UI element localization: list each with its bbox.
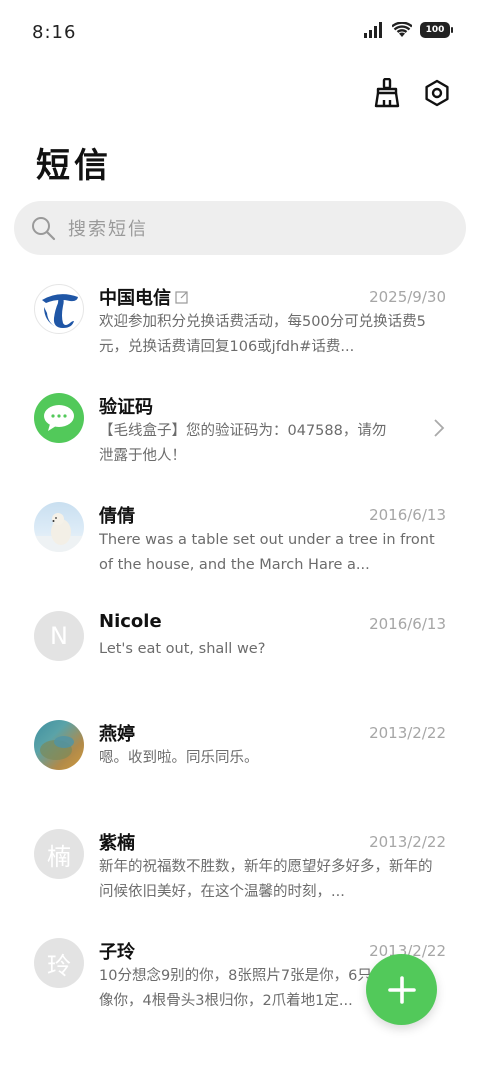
list-item[interactable]: 验证码 【毛线盒子】您的验证码为：047588，请勿泄露于他人！ xyxy=(0,379,480,488)
status-bar: 8:16 100 xyxy=(0,0,480,64)
top-actions xyxy=(370,76,454,110)
clean-button[interactable] xyxy=(370,76,404,110)
avatar xyxy=(34,720,84,770)
polar-bear-photo xyxy=(34,513,84,552)
contact-name: 子玲 xyxy=(99,942,135,963)
wifi-icon xyxy=(392,22,412,37)
search-icon xyxy=(32,217,56,241)
list-item[interactable]: 倩倩 2016/6/13 There was a table set out u… xyxy=(0,488,480,597)
message-date: 2016/6/13 xyxy=(369,506,446,524)
contact-name: 燕婷 xyxy=(99,724,135,745)
message-preview: 嗯。收到啦。同乐同乐。 xyxy=(99,750,259,766)
avatar xyxy=(34,393,84,443)
message-preview: There was a table set out under a tree i… xyxy=(99,532,435,573)
avatar: 玲 xyxy=(34,938,84,988)
message-preview: 新年的祝福数不胜数，新年的愿望好多好多，新年的问候依旧美好，在这个温馨的时刻，.… xyxy=(99,859,433,900)
message-date: 2013/2/22 xyxy=(369,833,446,851)
avatar: 楠 xyxy=(34,829,84,879)
battery-icon: 100 xyxy=(420,22,453,38)
message-list: 中国电信 2025/9/30 欢迎参加积分兑换话费活动，每500分可兑换话费5元… xyxy=(0,270,480,1033)
contact-name: 倩倩 xyxy=(99,506,135,527)
search-input[interactable]: 搜索短信 xyxy=(14,201,466,255)
page-title: 短信 xyxy=(36,146,112,186)
edit-icon xyxy=(175,291,188,304)
new-message-button[interactable] xyxy=(366,954,437,1025)
avatar: N xyxy=(34,611,84,661)
settings-icon xyxy=(425,79,449,107)
list-item[interactable]: 中国电信 2025/9/30 欢迎参加积分兑换话费活动，每500分可兑换话费5元… xyxy=(0,270,480,379)
list-item[interactable]: 燕婷 2013/2/22 嗯。收到啦。同乐同乐。 xyxy=(0,706,480,815)
message-date: 2016/6/13 xyxy=(369,615,446,633)
message-preview: Let's eat out, shall we? xyxy=(99,641,266,657)
contact-name: 中国电信 xyxy=(99,284,189,310)
message-bubble-icon xyxy=(44,405,74,431)
contact-name: 紫楠 xyxy=(99,833,135,854)
message-preview: 【毛线盒子】您的验证码为：047588，请勿泄露于他人！ xyxy=(99,423,387,464)
avatar xyxy=(34,502,84,552)
landscape-photo xyxy=(40,736,74,760)
china-telecom-logo xyxy=(42,294,78,328)
contact-name: Nicole xyxy=(99,611,162,632)
contact-name-text: 中国电信 xyxy=(99,288,171,309)
avatar xyxy=(34,284,84,334)
chevron-right-icon[interactable] xyxy=(432,417,446,439)
message-date: 2025/9/30 xyxy=(369,288,446,306)
status-time: 8:16 xyxy=(32,22,77,43)
settings-button[interactable] xyxy=(420,76,454,110)
plus-icon xyxy=(387,975,416,1004)
signal-icon xyxy=(364,22,382,38)
message-preview: 欢迎参加积分兑换话费活动，每500分可兑换话费5元，兑换话费请回复106或jfd… xyxy=(99,314,426,355)
list-item[interactable]: N Nicole 2016/6/13 Let's eat out, shall … xyxy=(0,597,480,706)
search-placeholder: 搜索短信 xyxy=(68,219,148,240)
list-item[interactable]: 楠 紫楠 2013/2/22 新年的祝福数不胜数，新年的愿望好多好多，新年的问候… xyxy=(0,815,480,924)
contact-name: 验证码 xyxy=(99,397,153,418)
broom-icon xyxy=(374,78,400,108)
message-date: 2013/2/22 xyxy=(369,724,446,742)
status-icons: 100 xyxy=(364,22,453,38)
